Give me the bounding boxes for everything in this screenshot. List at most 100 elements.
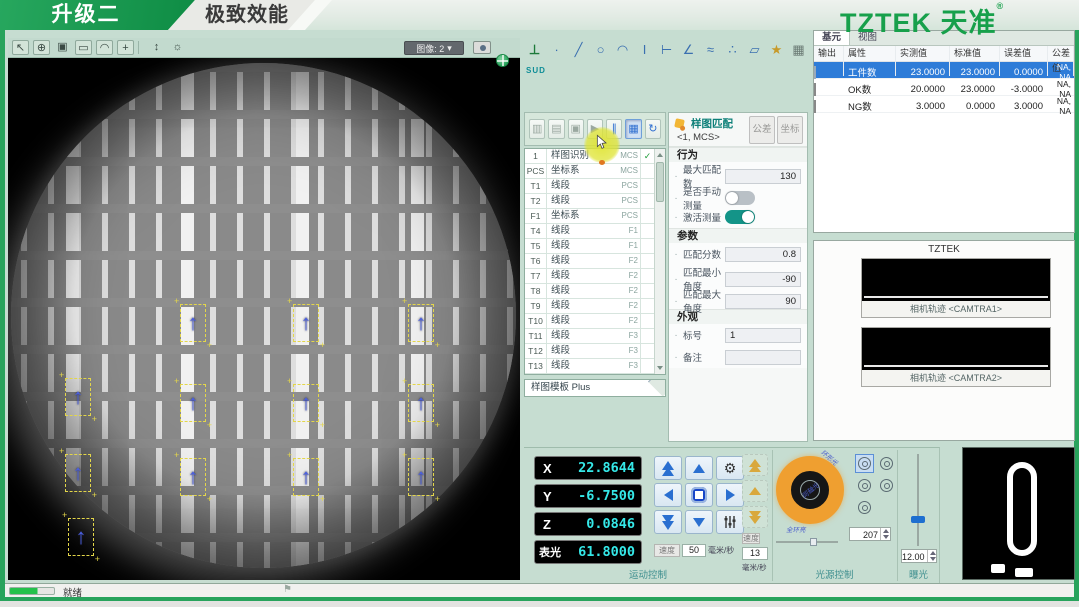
output-checkbox[interactable] [814, 66, 816, 79]
scroll-up-icon[interactable] [655, 150, 665, 160]
sequence-row[interactable]: F1 坐标系 PCS [525, 209, 654, 224]
light-mode-2[interactable] [877, 454, 896, 473]
sequence-row[interactable]: T5 线段 F1 [525, 239, 654, 254]
paste-icon[interactable]: ▤ [548, 119, 564, 139]
sequence-row[interactable]: T1 线段 PCS [525, 179, 654, 194]
speed-button[interactable]: 速度 [654, 544, 680, 557]
trajectory-card[interactable]: 相机轨迹 <CAMTRA1> [861, 258, 1051, 318]
light-bulb-icon[interactable]: ☼ [169, 40, 186, 55]
calculator-icon[interactable]: ▦ [792, 41, 805, 59]
coordinate-button[interactable]: 坐标 [777, 116, 803, 144]
min-angle-input[interactable]: -90 [725, 272, 801, 287]
light-mode-1[interactable] [855, 454, 874, 473]
jog-down-fast-button[interactable] [654, 510, 682, 534]
wafer-canvas[interactable]: ↑ ↑ ↑ ↑ ↑ ↑ ↑ ↑ ↑ ↑ [8, 58, 520, 580]
exposure-slider-handle[interactable] [911, 516, 925, 523]
focus-icon[interactable]: ↕ [148, 40, 165, 55]
max-angle-input[interactable]: 90 [725, 294, 801, 309]
sequence-row[interactable]: T12 线段 F3 [525, 344, 654, 359]
line-icon[interactable]: ╱ [572, 41, 585, 59]
exposure-spinbox[interactable]: 12.00 [901, 549, 937, 563]
jog-left-button[interactable] [654, 483, 682, 507]
sequence-row[interactable]: T11 线段 F3 [525, 329, 654, 344]
jog-stop-button[interactable] [685, 483, 713, 507]
light-mode-5[interactable] [855, 498, 874, 517]
save-icon[interactable]: ▣ [568, 119, 584, 139]
arc-icon[interactable]: ◠ [616, 41, 629, 59]
speed-input[interactable]: 50 [682, 544, 706, 557]
index-input[interactable]: 1 [725, 328, 801, 343]
distance-icon[interactable]: I [638, 41, 651, 59]
point-cloud-icon[interactable]: ∴ [726, 41, 739, 59]
curve-icon[interactable]: ≈ [704, 41, 717, 59]
table-row[interactable]: NG数 3.0000 0.0000 3.0000 NA, NA [814, 96, 1074, 113]
wafer-image: ↑ ↑ ↑ ↑ ↑ ↑ ↑ ↑ ↑ ↑ [11, 63, 516, 568]
image-select-dropdown[interactable]: 图像: 2 ▾ [404, 41, 464, 55]
jog-up-fast-button[interactable] [654, 456, 682, 480]
jog-up-button[interactable] [685, 456, 713, 480]
arc-measure-icon[interactable]: ◠ [96, 40, 113, 55]
coaxial-light-icon[interactable]: 同轴光 [800, 480, 820, 500]
match-score-input[interactable]: 0.8 [725, 247, 801, 262]
light-slider-handle[interactable] [810, 538, 817, 546]
circle-icon[interactable]: ○ [594, 41, 607, 59]
sequence-row[interactable]: T10 线段 F2 [525, 314, 654, 329]
template-preview[interactable] [962, 447, 1075, 580]
refresh-icon[interactable]: ↻ [645, 119, 661, 139]
manual-measure-toggle[interactable] [725, 191, 755, 205]
crosshair-icon[interactable]: + [117, 40, 134, 55]
match-arrow-icon: ↑ [301, 466, 312, 488]
spin-down-icon[interactable] [881, 534, 890, 540]
sequence-row[interactable]: T6 线段 F2 [525, 254, 654, 269]
light-slider[interactable] [776, 538, 838, 546]
jog-down-button[interactable] [685, 510, 713, 534]
sequence-scrollbar[interactable] [654, 149, 665, 374]
snapshot-icon[interactable]: ▣ [54, 40, 71, 55]
sequence-row[interactable]: T2 线段 PCS [525, 194, 654, 209]
max-match-input[interactable]: 130 [725, 169, 801, 184]
cursor-icon[interactable]: ↖ [12, 40, 29, 55]
table-row[interactable]: OK数 20.0000 23.0000 -3.0000 NA, NA [814, 79, 1074, 96]
light-mode-4[interactable] [877, 476, 896, 495]
globe-icon[interactable] [496, 54, 509, 67]
light-down-fast-button[interactable] [742, 506, 768, 528]
sequence-row[interactable]: T7 线段 F2 [525, 269, 654, 284]
angle-icon[interactable]: ∠ [682, 41, 695, 59]
light-up-fast-button[interactable] [742, 454, 768, 476]
magic-icon[interactable]: ★ [770, 41, 783, 59]
sequence-row[interactable]: PCS 坐标系 MCS [525, 164, 654, 179]
axis-icon[interactable]: ⊥ [528, 41, 541, 59]
jog-tune-button[interactable] [716, 510, 744, 534]
tolerance-button[interactable]: 公差 [749, 116, 775, 144]
sequence-row[interactable]: T8 线段 F2 [525, 284, 654, 299]
trajectory-card[interactable]: 相机轨迹 <CAMTRA2> [861, 327, 1051, 387]
light-mode-3[interactable] [855, 476, 874, 495]
toolbar-divider[interactable] [138, 41, 144, 54]
grid-view-icon[interactable]: ▦ [625, 119, 641, 139]
output-checkbox[interactable] [814, 83, 816, 96]
light-speed-input[interactable]: 13 [742, 547, 768, 560]
camera-snapshot-button[interactable] [473, 41, 491, 54]
point-icon[interactable]: ∙ [550, 41, 563, 59]
region-icon[interactable]: ▭ [75, 40, 92, 55]
scroll-down-icon[interactable] [655, 363, 665, 373]
width-icon[interactable]: ⊢ [660, 41, 673, 59]
light-up-button[interactable] [742, 480, 768, 502]
jog-right-button[interactable] [716, 483, 744, 507]
exposure-slider[interactable] [910, 454, 926, 546]
jog-settings-button[interactable]: ⚙ [716, 456, 744, 480]
light-value-spinbox[interactable]: 207 [849, 527, 891, 541]
erase-icon[interactable]: ▱ [748, 41, 761, 59]
copy-icon[interactable]: ▥ [529, 119, 545, 139]
note-input[interactable] [725, 350, 801, 365]
scrollbar-thumb[interactable] [656, 162, 664, 202]
light-speed-button[interactable]: 速度 [742, 533, 760, 544]
active-measure-toggle[interactable] [725, 210, 755, 224]
zoom-icon[interactable]: ⊕ [33, 40, 50, 55]
output-checkbox[interactable] [814, 100, 816, 113]
template-bar[interactable]: 样图模板 Plus [524, 379, 666, 397]
sequence-row[interactable]: T4 线段 F1 [525, 224, 654, 239]
sequence-row[interactable]: T9 线段 F2 [525, 299, 654, 314]
spin-down-icon[interactable] [928, 556, 936, 562]
sequence-row[interactable]: T13 线段 F3 [525, 359, 654, 374]
